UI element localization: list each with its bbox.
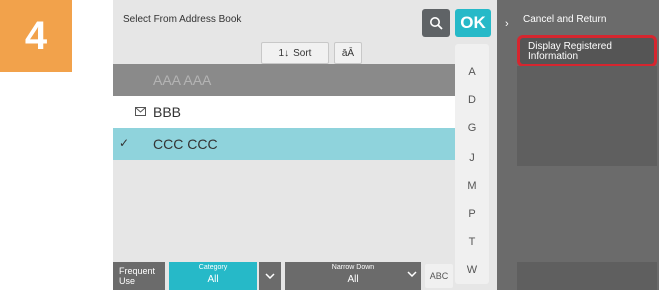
index-letter[interactable]: J [455,152,489,164]
index-letter[interactable]: D [455,94,489,106]
sort-icon: 1↓ [278,47,290,59]
panel-footer: Frequent Use Category All Narrow Down Al… [113,262,455,290]
narrow-down-label: Narrow Down [331,264,375,271]
chevron-down-icon [265,273,275,279]
category-value: All [207,274,219,285]
index-letter[interactable]: M [455,180,489,192]
ok-button[interactable]: OK [455,9,491,37]
index-letter[interactable]: W [455,264,489,276]
menu-footer [517,262,657,290]
narrow-down-selector[interactable]: Narrow Down All [285,262,421,290]
index-letter[interactable]: P [455,208,489,220]
list-item-name: CCC CCC [153,136,218,152]
device-screen: Select From Address Book OK 1↓ Sort āĀ A… [113,0,659,290]
search-icon [430,17,443,30]
mail-icon [135,107,146,116]
sort-label: Sort [293,47,312,59]
list-item[interactable]: AAA AAA [113,64,455,96]
alphabet-index: A D G J M P T W [455,44,489,284]
display-registered-information-label: Display Registered Information [528,41,612,62]
display-registered-information-button[interactable]: Display Registered Information [517,35,657,67]
menu-empty-area [517,66,657,166]
action-menu: › Cancel and Return Display Registered I… [499,0,659,290]
chevron-right-icon: › [505,18,509,30]
search-button[interactable] [422,9,450,37]
list-item[interactable]: BBB [113,96,455,128]
category-selector[interactable]: Category All [169,262,257,290]
list-item-name: AAA AAA [153,72,212,88]
list-item-selected[interactable]: ✓ CCC CCC [113,128,455,160]
step-number-badge: 4 [0,0,72,72]
sort-button[interactable]: 1↓ Sort [261,42,329,64]
narrow-down-value: All [347,274,359,285]
list-item-name: BBB [153,104,182,120]
text-size-button[interactable]: āĀ [334,42,362,64]
index-letter[interactable]: T [455,236,489,248]
index-letter[interactable]: A [455,66,489,78]
cancel-and-return-button[interactable]: Cancel and Return [523,14,606,25]
address-book-panel: Select From Address Book OK 1↓ Sort āĀ A… [113,0,497,290]
abc-button[interactable]: ABC [425,264,453,288]
checkmark-icon: ✓ [119,136,130,150]
category-dropdown-button[interactable] [259,262,281,290]
index-letter[interactable]: G [455,122,489,134]
frequent-use-button[interactable]: Frequent Use [113,262,165,290]
panel-title: Select From Address Book [123,14,242,25]
category-label: Category [198,264,228,271]
chevron-down-icon [407,271,417,277]
